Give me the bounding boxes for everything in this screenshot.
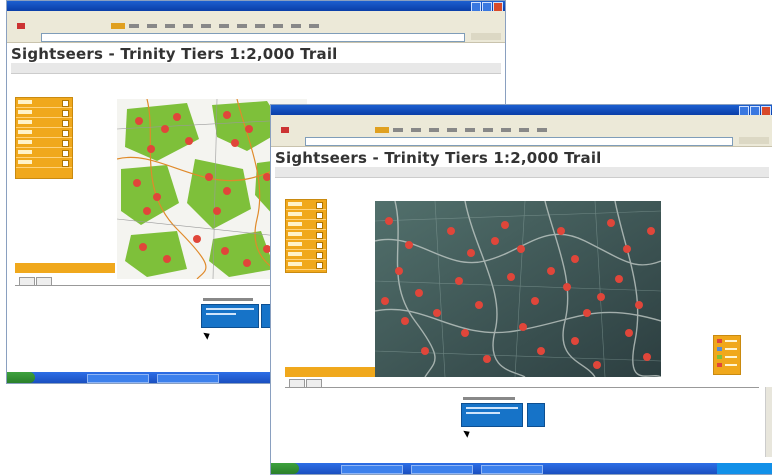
mouse-cursor-icon <box>463 428 472 438</box>
mouse-cursor-icon <box>203 330 212 340</box>
layer-toggle[interactable] <box>286 250 326 260</box>
layer-toggle[interactable] <box>16 148 72 158</box>
go-button[interactable] <box>471 33 501 40</box>
window-titlebar[interactable] <box>7 1 505 12</box>
toolbar-buttons[interactable] <box>129 24 319 28</box>
layer-toggle[interactable] <box>286 240 326 250</box>
info-label <box>203 298 253 301</box>
sub-navigation <box>11 63 501 74</box>
layer-toggle[interactable] <box>286 260 326 270</box>
layer-toggle[interactable] <box>286 210 326 220</box>
menu-bar[interactable] <box>7 11 505 20</box>
back-button[interactable] <box>281 127 289 133</box>
browser-window-front: Sightseers - Trinity Tiers 1:2,000 Trail <box>270 104 772 475</box>
layer-toggle[interactable] <box>16 138 72 148</box>
address-bar <box>271 136 772 147</box>
window-titlebar[interactable] <box>271 105 772 116</box>
layer-toggle[interactable] <box>286 220 326 230</box>
taskbar <box>271 463 772 474</box>
layer-toggle[interactable] <box>286 230 326 240</box>
start-button-icon[interactable] <box>271 463 299 474</box>
toolbar-buttons[interactable] <box>393 128 553 132</box>
terrain-map-graphic <box>375 201 661 377</box>
vertical-scrollbar[interactable] <box>765 387 772 457</box>
layer-control-panel[interactable] <box>15 97 73 179</box>
back-button[interactable] <box>17 23 25 29</box>
info-label <box>463 397 515 400</box>
map-status-bar <box>15 263 115 273</box>
info-box <box>201 304 259 328</box>
page-title: Sightseers - Trinity Tiers 1:2,000 Trail <box>11 45 338 63</box>
layer-control-panel[interactable] <box>285 199 327 273</box>
info-box-side <box>527 403 545 427</box>
layer-toggle[interactable] <box>16 128 72 138</box>
address-input[interactable] <box>305 137 733 146</box>
menu-bar[interactable] <box>271 115 772 124</box>
map-legend <box>713 335 741 375</box>
address-input[interactable] <box>41 33 465 42</box>
map-view-terrain[interactable] <box>375 201 661 377</box>
layer-toggle[interactable] <box>16 118 72 128</box>
sub-navigation <box>275 167 769 178</box>
page-title: Sightseers - Trinity Tiers 1:2,000 Trail <box>275 149 602 167</box>
tab-strip <box>289 379 323 388</box>
layer-toggle[interactable] <box>16 108 72 118</box>
layer-toggle[interactable] <box>286 200 326 210</box>
start-button-icon[interactable] <box>7 372 35 383</box>
tab-strip <box>19 277 53 286</box>
toolbar-button[interactable] <box>111 23 125 29</box>
map-status-bar <box>285 367 375 377</box>
toolbar-button[interactable] <box>375 127 389 133</box>
layer-toggle[interactable] <box>16 158 72 168</box>
section-divider <box>285 387 759 388</box>
taskbar-item[interactable] <box>87 374 149 383</box>
info-box <box>461 403 523 427</box>
go-button[interactable] <box>739 137 769 144</box>
layer-toggle[interactable] <box>16 98 72 108</box>
address-bar <box>7 32 505 43</box>
taskbar-item[interactable] <box>157 374 219 383</box>
system-tray <box>717 463 772 474</box>
